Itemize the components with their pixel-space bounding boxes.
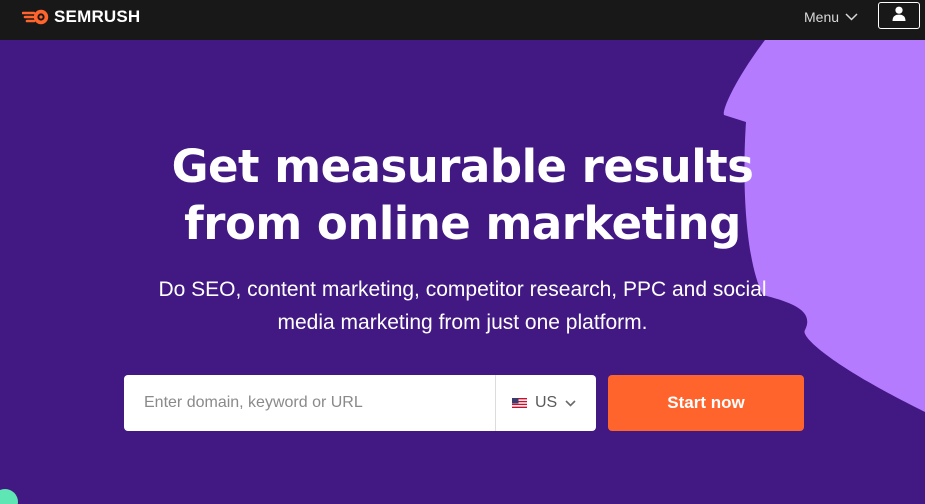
semrush-logo[interactable]: SEMRUSH <box>22 6 140 28</box>
hero-subtitle: Do SEO, content marketing, competitor re… <box>120 273 805 339</box>
menu-button[interactable]: Menu <box>804 8 858 26</box>
country-select[interactable]: US <box>496 375 596 431</box>
headline-line: Get measurable results <box>171 140 754 193</box>
domain-search-form: US <box>124 375 596 431</box>
subtitle-line: media marketing from just one platform. <box>277 311 648 334</box>
semrush-flame-logo-icon <box>22 8 50 26</box>
us-flag-icon <box>512 398 527 408</box>
user-account-button[interactable] <box>878 2 920 29</box>
decorative-purple-blob <box>723 40 925 412</box>
top-navigation-bar: SEMRUSH Menu <box>0 0 925 40</box>
chevron-down-icon <box>565 399 576 407</box>
hero-headline: Get measurable results from online marke… <box>100 138 825 252</box>
subtitle-line: Do SEO, content marketing, competitor re… <box>158 278 767 301</box>
brand-name: SEMRUSH <box>54 7 141 26</box>
country-code: US <box>535 394 558 411</box>
start-now-button[interactable]: Start now <box>608 375 804 431</box>
headline-line: from online marketing <box>184 197 741 250</box>
user-icon <box>892 6 906 26</box>
chevron-down-icon <box>845 13 858 21</box>
domain-search-input[interactable] <box>124 375 495 431</box>
menu-label: Menu <box>804 9 840 25</box>
